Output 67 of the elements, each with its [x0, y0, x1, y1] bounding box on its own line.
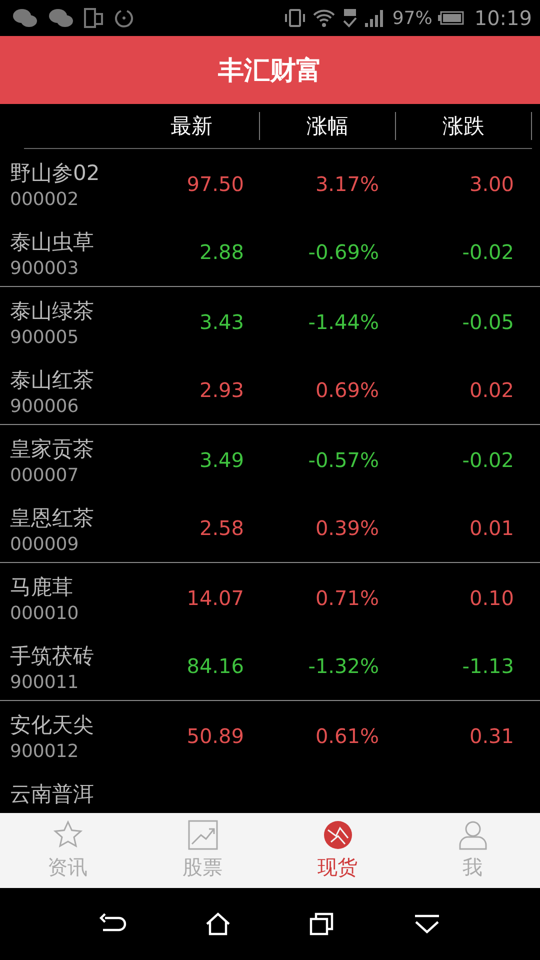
change-percent: 0.69% — [314, 378, 379, 402]
change-percent: -0.57% — [307, 448, 379, 472]
change-value: -0.02 — [461, 448, 514, 472]
price: 3.49 — [198, 448, 244, 472]
change-value: 0.02 — [468, 378, 514, 402]
product-code: 900003 — [10, 258, 80, 279]
column-header[interactable]: 最新 — [170, 114, 212, 138]
battery-percent: 97% — [392, 8, 432, 28]
price: 84.16 — [186, 654, 244, 678]
change-value: -1.13 — [461, 654, 514, 678]
star-icon — [52, 820, 82, 850]
change-percent: -1.32% — [307, 654, 379, 678]
change-percent: 0.61% — [314, 724, 379, 748]
product-name: 泰山绿茶 — [10, 298, 95, 325]
change-percent: -0.69% — [307, 240, 379, 264]
change-value: 0.31 — [468, 724, 514, 748]
chart-icon — [188, 820, 218, 850]
home-icon[interactable] — [205, 912, 231, 936]
app-title: 丰汇财富 — [218, 54, 322, 88]
change-percent: 3.17% — [314, 172, 379, 196]
price: 14.07 — [186, 586, 244, 610]
change-percent: -1.44% — [307, 310, 379, 334]
product-name: 泰山虫草 — [10, 229, 95, 256]
dropdown-icon[interactable] — [413, 912, 441, 936]
change-value: 0.10 — [468, 586, 514, 610]
chat-icon — [12, 8, 38, 28]
change-value: 0.01 — [468, 516, 514, 540]
product-code: 900012 — [10, 741, 80, 762]
product-name: 泰山红茶 — [10, 367, 95, 394]
refresh-icon — [114, 8, 134, 28]
change-value: -0.05 — [461, 310, 514, 334]
chat-icon — [48, 8, 74, 28]
product-name: 马鹿茸 — [10, 574, 74, 601]
change-value: 3.00 — [468, 172, 514, 196]
product-code: 000010 — [10, 603, 80, 624]
product-code: 000002 — [10, 189, 80, 210]
check-icon — [342, 8, 358, 28]
change-value: -0.02 — [461, 240, 514, 264]
product-code: 900005 — [10, 327, 80, 348]
price: 2.88 — [198, 240, 244, 264]
product-name: 皇恩红茶 — [10, 505, 95, 532]
price: 97.50 — [186, 172, 244, 196]
product-name: 手筑茯砖 — [10, 643, 95, 670]
product-name: 云南普洱 — [10, 781, 95, 808]
product-name: 皇家贡茶 — [10, 436, 95, 463]
wifi-icon — [312, 8, 336, 28]
product-code: 000009 — [10, 534, 80, 555]
column-header[interactable]: 涨跌 — [442, 114, 484, 138]
recent-apps-icon[interactable] — [309, 912, 335, 936]
price: 2.93 — [198, 378, 244, 402]
price: 2.58 — [198, 516, 244, 540]
vibrate-icon — [284, 8, 306, 28]
price: 3.43 — [198, 310, 244, 334]
product-name: 野山参02 — [10, 160, 101, 187]
tab[interactable]: 现货 — [270, 813, 405, 888]
column-header[interactable]: 涨幅 — [306, 114, 348, 138]
product-code: 900006 — [10, 396, 80, 417]
product-code: 000007 — [10, 465, 80, 486]
devices-icon — [84, 8, 104, 28]
product-name: 安化天尖 — [10, 712, 95, 739]
product-code: 900011 — [10, 672, 80, 693]
person-icon — [458, 820, 488, 850]
price: 50.89 — [186, 724, 244, 748]
battery-icon — [438, 11, 464, 25]
change-percent: 0.39% — [314, 516, 379, 540]
clock: 10:19 — [474, 6, 532, 30]
change-percent: 0.71% — [314, 586, 379, 610]
